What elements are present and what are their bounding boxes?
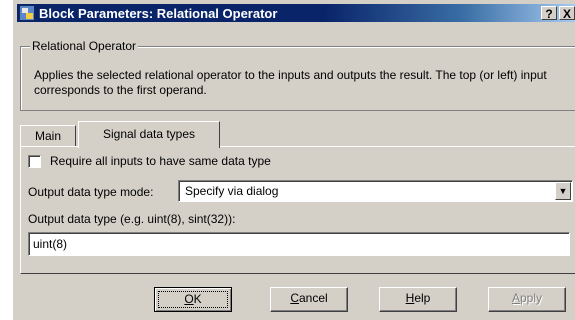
tab-main[interactable]: Main (20, 125, 76, 147)
cancel-mnemonic: C (290, 291, 299, 305)
chevron-down-icon[interactable]: ▼ (555, 182, 571, 200)
cancel-label: ancel (298, 291, 328, 305)
apply-button[interactable]: Apply (488, 287, 566, 312)
groupbox-legend: Relational Operator (30, 39, 139, 53)
output-mode-select[interactable]: Specify via dialog ▼ (178, 180, 573, 202)
ok-button[interactable]: OK (154, 287, 232, 312)
close-button[interactable]: X (559, 6, 575, 21)
window-title: Block Parameters: Relational Operator (39, 6, 278, 21)
simulink-block-icon (19, 5, 35, 21)
apply-mnemonic: A (511, 291, 520, 305)
same-data-type-label[interactable]: Require all inputs to have same data typ… (50, 154, 271, 168)
help-label: elp (414, 291, 431, 305)
output-type-label: Output data type (e.g. uint(8), sint(32)… (28, 212, 236, 226)
output-type-input[interactable]: uint(8) (28, 232, 570, 256)
output-mode-value: Specify via dialog (185, 184, 279, 198)
help-button[interactable]: Help (379, 287, 457, 312)
cancel-button[interactable]: Cancel (270, 287, 348, 312)
tab-signal-data-types[interactable]: Signal data types (78, 121, 220, 148)
same-data-type-checkbox[interactable] (28, 155, 41, 168)
help-title-button[interactable]: ? (541, 6, 557, 21)
block-description: Applies the selected relational operator… (34, 68, 547, 97)
apply-label: pply (520, 291, 543, 305)
title-bar[interactable]: Block Parameters: Relational Operator ? … (17, 4, 575, 22)
output-mode-label: Output data type mode: (28, 185, 154, 199)
ok-mnemonic: O (184, 292, 194, 306)
ok-label: K (193, 292, 202, 306)
ok-focus-rect: OK (158, 291, 228, 308)
